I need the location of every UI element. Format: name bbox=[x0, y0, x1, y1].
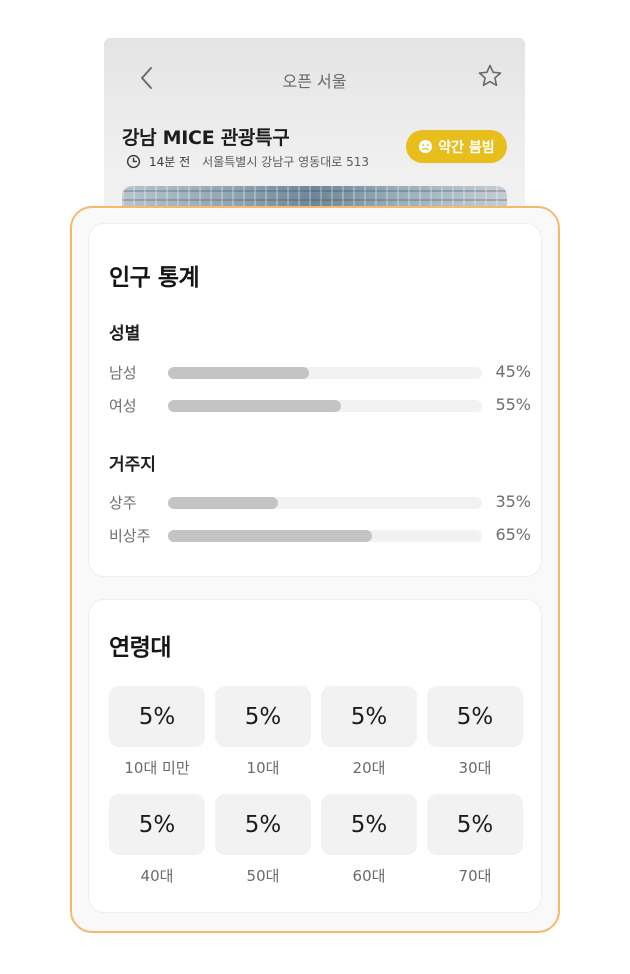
bar-label: 남성 bbox=[109, 364, 137, 382]
age-cell: 5% 30대 bbox=[427, 686, 523, 778]
sad-face-icon bbox=[419, 139, 433, 154]
bar-track bbox=[168, 400, 482, 412]
bar-label: 여성 bbox=[109, 397, 137, 415]
age-cell: 5% 10대 미만 bbox=[109, 686, 205, 778]
bar-fill bbox=[168, 497, 278, 509]
age-label: 10대 미만 bbox=[124, 759, 190, 777]
age-label: 30대 bbox=[458, 759, 492, 777]
bar-track bbox=[168, 497, 482, 509]
residence-row-resident: 상주 35% bbox=[109, 491, 531, 513]
age-value: 5% bbox=[427, 686, 523, 747]
age-label: 50대 bbox=[246, 867, 280, 885]
age-value: 5% bbox=[321, 686, 417, 747]
bar-fill bbox=[168, 530, 373, 542]
age-cell: 5% 40대 bbox=[109, 794, 205, 886]
age-cell: 5% 20대 bbox=[321, 686, 417, 778]
gender-row-male: 남성 45% bbox=[109, 361, 531, 383]
updated-time: 14분 전 bbox=[149, 154, 191, 169]
age-label: 10대 bbox=[246, 759, 280, 777]
congestion-label: 약간 붐빔 bbox=[438, 139, 495, 156]
age-card: 연령대 5% 10대 미만 5% 10대 5% 20대 5% 30대 5% 40… bbox=[88, 599, 542, 913]
demographics-card: 인구 통계 성별 남성 45% 여성 55% 거주지 상주 35% 비상주 65… bbox=[88, 223, 542, 577]
age-label: 40대 bbox=[140, 867, 174, 885]
top-nav: 오픈 서울 bbox=[104, 60, 525, 96]
age-title: 연령대 bbox=[109, 635, 171, 661]
stats-panel: 인구 통계 성별 남성 45% 여성 55% 거주지 상주 35% 비상주 65… bbox=[70, 206, 560, 933]
gender-title: 성별 bbox=[109, 324, 141, 344]
place-meta: 14분 전 서울특별시 강남구 영동대로 513 bbox=[126, 152, 369, 170]
residence-title: 거주지 bbox=[109, 455, 156, 475]
bar-track bbox=[168, 530, 482, 542]
age-label: 70대 bbox=[458, 867, 492, 885]
age-value: 5% bbox=[321, 794, 417, 855]
page-title: 오픈 서울 bbox=[282, 72, 347, 91]
star-outline-icon[interactable] bbox=[477, 63, 503, 89]
residence-row-nonresident: 비상주 65% bbox=[109, 524, 531, 546]
age-cell: 5% 10대 bbox=[215, 686, 311, 778]
gender-row-female: 여성 55% bbox=[109, 394, 531, 416]
clock-icon bbox=[126, 154, 141, 168]
bar-value: 45% bbox=[495, 362, 531, 381]
age-value: 5% bbox=[215, 794, 311, 855]
place-address: 서울특별시 강남구 영동대로 513 bbox=[202, 154, 370, 169]
demographics-title: 인구 통계 bbox=[109, 265, 200, 291]
age-value: 5% bbox=[109, 794, 205, 855]
bar-value: 35% bbox=[495, 492, 531, 511]
age-cell: 5% 50대 bbox=[215, 794, 311, 886]
bar-fill bbox=[168, 367, 310, 379]
place-name: 강남 MICE 관광특구 bbox=[122, 127, 290, 149]
bar-value: 65% bbox=[495, 525, 531, 544]
age-cell: 5% 70대 bbox=[427, 794, 523, 886]
age-label: 60대 bbox=[352, 867, 386, 885]
bar-value: 55% bbox=[495, 395, 531, 414]
bar-label: 비상주 bbox=[109, 527, 151, 545]
age-value: 5% bbox=[427, 794, 523, 855]
age-value: 5% bbox=[215, 686, 311, 747]
age-cell: 5% 60대 bbox=[321, 794, 417, 886]
age-value: 5% bbox=[109, 686, 205, 747]
age-label: 20대 bbox=[352, 759, 386, 777]
congestion-badge: 약간 붐빔 bbox=[406, 130, 507, 163]
bar-fill bbox=[168, 400, 341, 412]
bar-track bbox=[168, 367, 482, 379]
bar-label: 상주 bbox=[109, 494, 137, 512]
